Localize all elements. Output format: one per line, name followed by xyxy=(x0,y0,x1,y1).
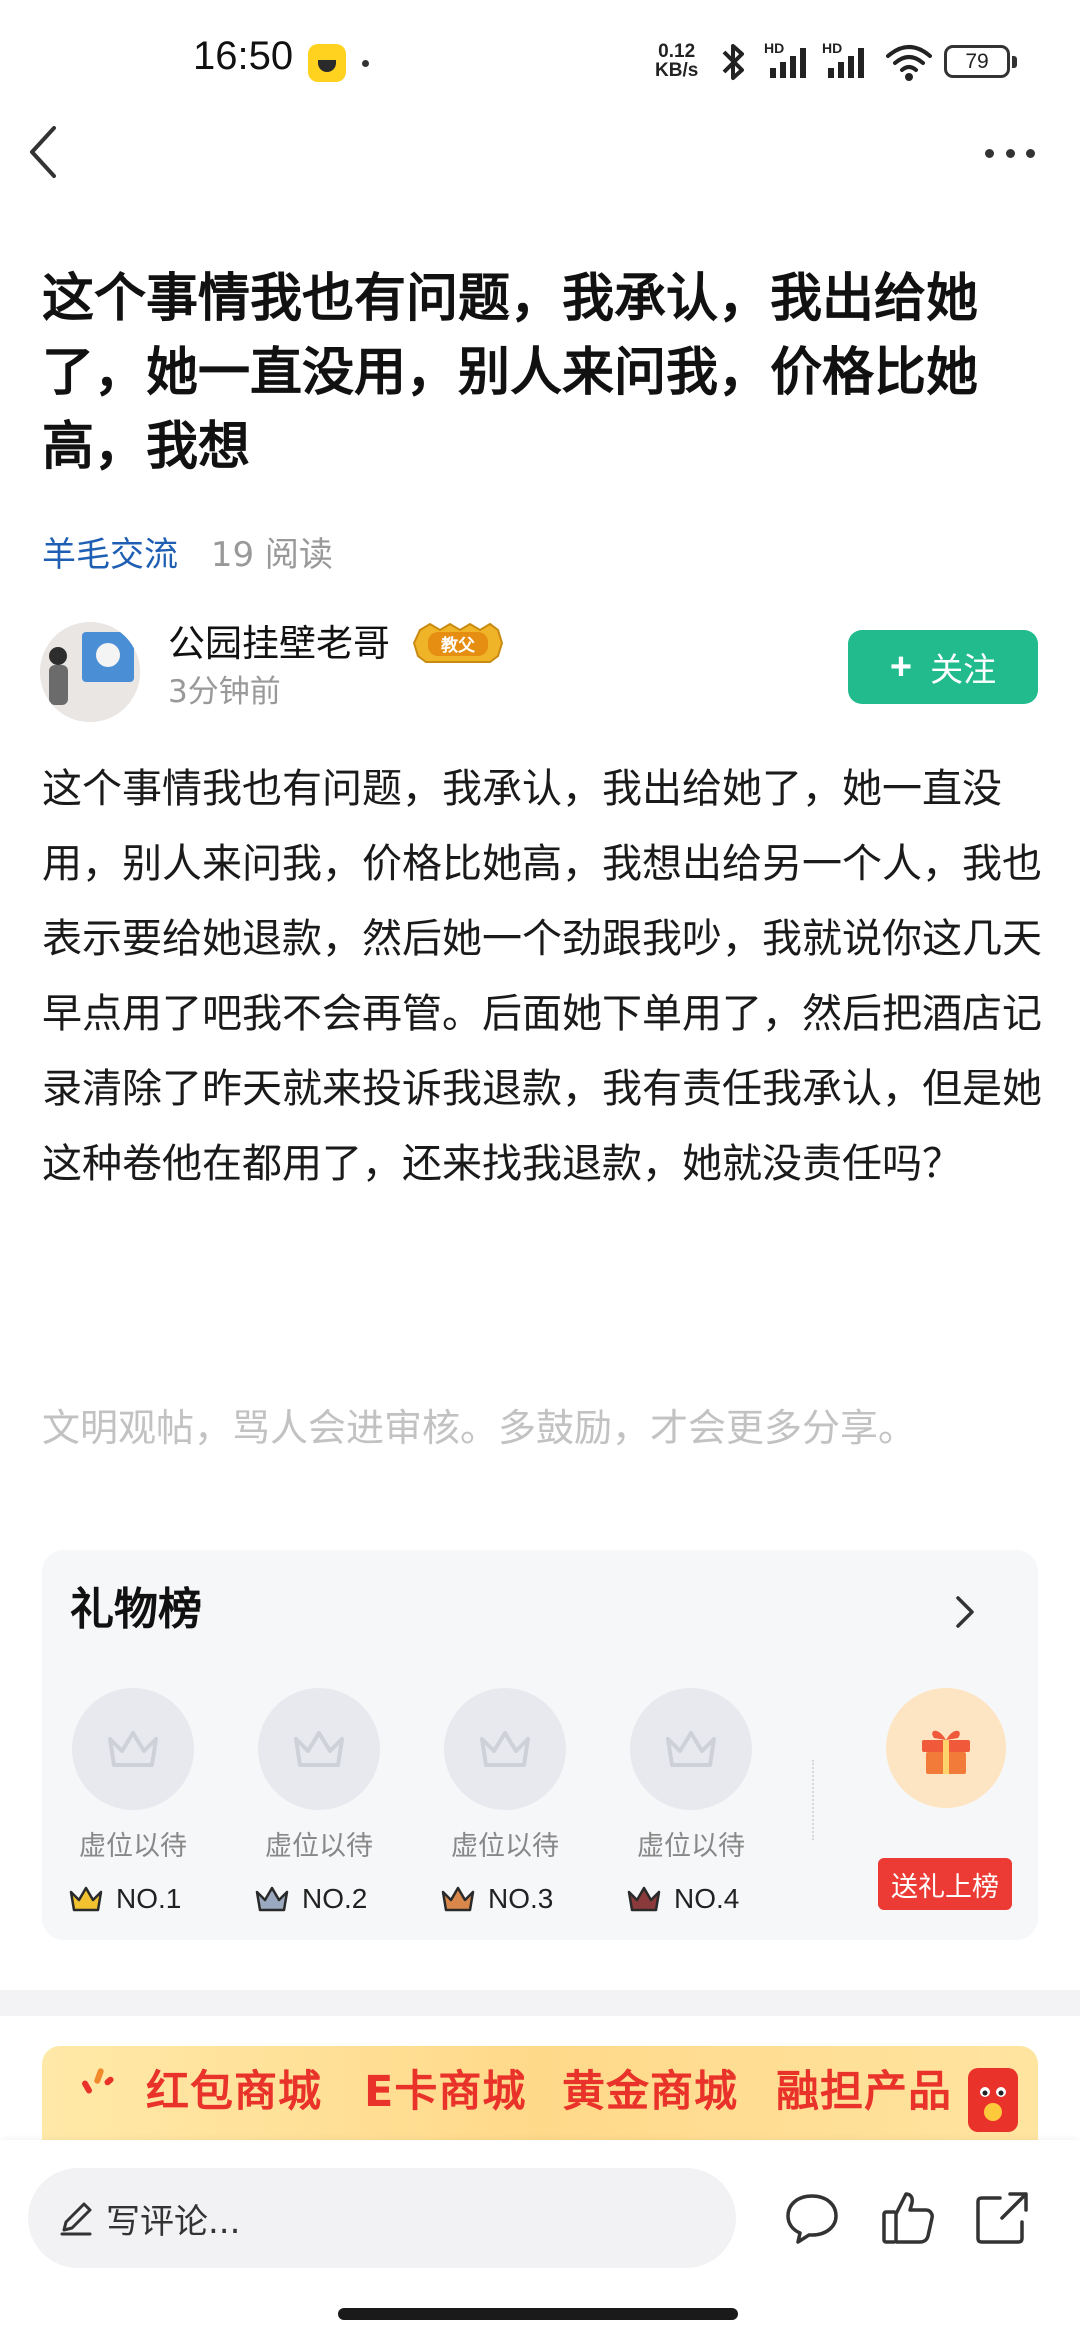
post-meta: 羊毛交流 19 阅读 xyxy=(42,530,333,580)
rank-text: NO.4 xyxy=(674,1883,740,1914)
crown-outline-icon xyxy=(294,1731,344,1767)
chevron-right-icon[interactable] xyxy=(950,1592,980,1632)
slot-rank: NO.2 xyxy=(254,1878,367,1920)
share-icon[interactable] xyxy=(972,2188,1032,2248)
rank-badge: 教父 xyxy=(412,622,504,663)
status-bar: 16:50 0.12 KB/s HD HD 79 xyxy=(0,0,1080,120)
network-speed: 0.12 KB/s xyxy=(655,42,698,80)
signal-1-icon: HD xyxy=(764,40,806,78)
like-thumbs-up-icon[interactable] xyxy=(878,2188,938,2248)
promo-banner[interactable]: 红包商城 E卡商城 黄金商城 融担产品 xyxy=(42,2046,1038,2140)
signal-2-icon: HD xyxy=(822,40,864,78)
send-gift-button[interactable]: 送礼上榜 xyxy=(878,1858,1012,1910)
post-title: 这个事情我也有问题，我承认，我出给她了，她一直没用，别人来问我，价格比她高，我想 xyxy=(42,269,979,477)
slot-rank: NO.1 xyxy=(68,1878,181,1920)
gift-box-button[interactable] xyxy=(886,1688,1006,1808)
bluetooth-icon xyxy=(722,44,744,80)
more-options-icon[interactable] xyxy=(985,140,1035,166)
plus-icon: + xyxy=(889,646,913,688)
crown-outline-icon xyxy=(666,1731,716,1767)
author-name[interactable]: 公园挂壁老哥 xyxy=(168,618,390,670)
read-count: 19 阅读 xyxy=(210,535,333,575)
gift-slot-2[interactable]: 虚位以待 NO.2 xyxy=(246,1688,396,1928)
rank-text: NO.2 xyxy=(302,1883,368,1914)
comment-icon[interactable] xyxy=(782,2188,842,2248)
comment-placeholder: 写评论... xyxy=(106,2201,241,2242)
signal-1-label: HD xyxy=(764,40,784,56)
crown-outline-icon xyxy=(108,1731,158,1767)
author-avatar[interactable] xyxy=(40,622,140,722)
slot-rank: NO.3 xyxy=(440,1878,553,1920)
bottom-action-bar: 写评论... xyxy=(0,2140,1080,2340)
divider xyxy=(812,1760,814,1840)
battery-indicator: 79 xyxy=(944,45,1017,78)
category-link[interactable]: 羊毛交流 xyxy=(42,535,178,575)
gift-board: 礼物榜 虚位以待 NO.1 虚位以待 NO.2 虚位以待 NO.3 虚位以待 N… xyxy=(42,1550,1038,1940)
network-speed-unit: KB/s xyxy=(655,60,699,81)
app-notification-icon xyxy=(308,44,346,82)
civility-hint: 文明观帖，骂人会进审核。多鼓励，才会更多分享。 xyxy=(42,1406,917,1450)
crown-icon xyxy=(627,1886,661,1912)
banner-item-gold-mall[interactable]: 黄金商城 xyxy=(562,2062,738,2122)
comment-input[interactable]: 写评论... xyxy=(28,2168,736,2268)
rank-text: NO.3 xyxy=(488,1883,554,1914)
home-indicator[interactable] xyxy=(338,2308,738,2320)
gift-board-title: 礼物榜 xyxy=(70,1584,202,1635)
gift-slot-4[interactable]: 虚位以待 NO.4 xyxy=(618,1688,768,1928)
crown-icon xyxy=(69,1886,103,1912)
slot-label: 虚位以待 xyxy=(79,1831,187,1862)
follow-button[interactable]: + 关注 xyxy=(848,630,1038,704)
banner-item-guarantee-products[interactable]: 融担产品 xyxy=(776,2062,952,2122)
more-dot xyxy=(1026,148,1035,158)
empty-slot-avatar xyxy=(630,1688,752,1810)
wifi-icon xyxy=(886,45,932,81)
crown-icon xyxy=(255,1886,289,1912)
slot-rank: NO.4 xyxy=(626,1878,739,1920)
notification-dot-icon xyxy=(362,60,369,67)
slot-label: 虚位以待 xyxy=(637,1831,745,1862)
red-packet-mascot-icon xyxy=(968,2068,1018,2132)
back-arrow-icon[interactable] xyxy=(22,122,62,182)
status-time: 16:50 xyxy=(193,34,294,78)
banner-item-ecard-mall[interactable]: E卡商城 xyxy=(364,2062,526,2122)
banner-item-red-packet-mall[interactable]: 红包商城 xyxy=(146,2062,322,2122)
post-body: 这个事情我也有问题，我承认，我出给她了，她一直没用，别人来问我，价格比她高，我想… xyxy=(42,766,1042,1187)
gift-slot-1[interactable]: 虚位以待 NO.1 xyxy=(60,1688,210,1928)
rank-badge-text: 教父 xyxy=(440,635,476,656)
empty-slot-avatar xyxy=(444,1688,566,1810)
signal-2-label: HD xyxy=(822,40,842,56)
crown-outline-icon xyxy=(480,1731,530,1767)
pencil-icon xyxy=(60,2202,92,2236)
slot-label: 虚位以待 xyxy=(265,1831,373,1862)
rank-text: NO.1 xyxy=(116,1883,182,1914)
slot-label: 虚位以待 xyxy=(451,1831,559,1862)
section-separator xyxy=(0,1990,1080,2016)
more-dot xyxy=(985,148,994,158)
crown-icon xyxy=(441,1886,475,1912)
empty-slot-avatar xyxy=(72,1688,194,1810)
gift-icon xyxy=(922,1730,970,1774)
network-speed-value: 0.12 xyxy=(658,41,696,62)
sparkle-icon xyxy=(82,2068,114,2094)
gift-slot-3[interactable]: 虚位以待 NO.3 xyxy=(432,1688,582,1928)
post-time: 3分钟前 xyxy=(168,674,281,710)
more-dot xyxy=(1005,148,1015,158)
empty-slot-avatar xyxy=(258,1688,380,1810)
follow-label: 关注 xyxy=(930,651,997,688)
avatar-image xyxy=(40,622,140,722)
